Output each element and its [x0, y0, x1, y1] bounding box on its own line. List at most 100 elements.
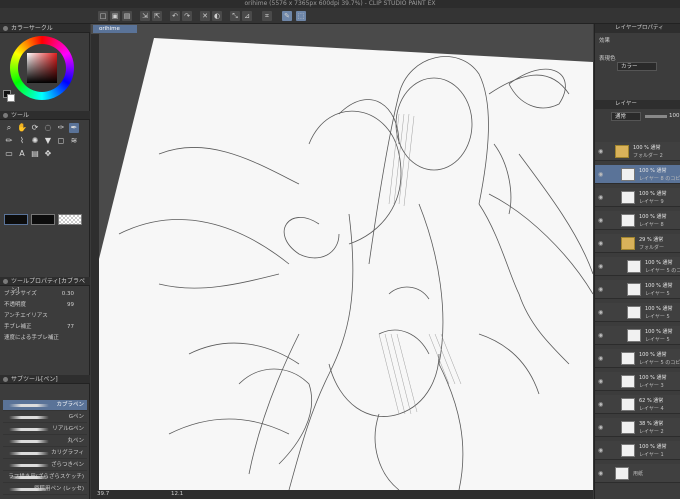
drawing-canvas[interactable] — [99, 34, 593, 490]
layer-row[interactable]: ◉ 100 % 通常 レイヤー 8 — [595, 211, 680, 230]
import-icon[interactable]: ⇲ — [140, 11, 150, 21]
pencil-icon[interactable]: ✏ — [4, 136, 14, 146]
color-panel-header[interactable]: カラーサークル — [0, 24, 90, 33]
opacity-value[interactable]: 100 — [669, 112, 680, 121]
expression-color-select[interactable]: カラー — [617, 62, 657, 71]
visibility-eye-icon[interactable]: ◉ — [598, 378, 603, 385]
export-icon[interactable]: ⇱ — [152, 11, 162, 21]
ruler-icon[interactable]: ⊿ — [242, 11, 252, 21]
zoom-icon[interactable]: ⌕ — [4, 123, 14, 133]
property-row[interactable]: 速度による手ブレ補正 — [4, 334, 86, 343]
layer-row[interactable]: ◉ 100 % 通常 レイヤー 1 — [595, 441, 680, 460]
drawing-color-main[interactable] — [4, 214, 28, 225]
property-value[interactable]: 99 — [67, 301, 74, 310]
transform-icon[interactable]: ⤡ — [230, 11, 240, 21]
property-row[interactable]: ブラシサイズ 0.30 — [4, 290, 86, 299]
subtool-item[interactable]: ざらつきペン — [3, 460, 87, 471]
redo-icon[interactable]: ↷ — [182, 11, 192, 21]
layer-row[interactable]: ◉ 100 % 通常レイヤー 5 のコピー — [595, 257, 680, 276]
layer-row[interactable]: ◉ 100 % 通常レイヤー 5 のコピー — [595, 349, 680, 368]
subtool-item[interactable]: 丸ペン — [3, 436, 87, 447]
brush-stroke-preview — [9, 416, 49, 419]
layer-row[interactable]: ◉ 100 % 通常 レイヤー 9 — [595, 188, 680, 207]
subtool-item[interactable]: カブラペン — [3, 400, 87, 411]
layer-row[interactable]: ◉ 62 % 通常 レイヤー 4 — [595, 395, 680, 414]
document-tab[interactable]: orihime — [93, 25, 137, 33]
property-row[interactable]: アンチエイリアス — [4, 312, 86, 321]
layer-row[interactable]: ◉ 100 % 通常 フォルダー 2 — [595, 142, 680, 161]
visibility-eye-icon[interactable]: ◉ — [598, 171, 603, 178]
layer-row[interactable]: ◉ 100 % 通常 レイヤー 5 — [595, 280, 680, 299]
new-icon[interactable]: □ — [98, 11, 108, 21]
snap-icon[interactable]: ⌗ — [262, 11, 272, 21]
subtool-item[interactable]: Gペン — [3, 412, 87, 423]
open-icon[interactable]: ▣ — [110, 11, 120, 21]
subtool-item[interactable]: リアルGペン — [3, 424, 87, 435]
visibility-eye-icon[interactable]: ◉ — [598, 148, 603, 155]
select-icon[interactable]: ⬚ — [296, 11, 306, 21]
figure-icon[interactable]: ▭ — [4, 149, 14, 159]
drawing-color-sub[interactable] — [31, 214, 55, 225]
layer-row[interactable]: ◉ 100 % 通常レイヤー 8 のコピー — [595, 165, 680, 184]
visibility-eye-icon[interactable]: ◉ — [598, 424, 603, 431]
gradient-icon[interactable]: ▤ — [30, 149, 40, 159]
pen-icon[interactable]: ✒ — [69, 123, 79, 133]
eyedropper-icon[interactable]: ✑ — [56, 123, 66, 133]
visibility-eye-icon[interactable]: ◉ — [598, 286, 603, 293]
opacity-slider[interactable] — [645, 115, 667, 118]
layer-row[interactable]: ◉ 用紙 — [595, 464, 680, 483]
visibility-eye-icon[interactable]: ◉ — [598, 355, 603, 362]
visibility-eye-icon[interactable]: ◉ — [598, 240, 603, 247]
zoom-value[interactable]: 39.7 — [97, 490, 109, 499]
layer-row[interactable]: ◉ 100 % 通常 レイヤー 3 — [595, 372, 680, 391]
property-value[interactable]: 77 — [67, 323, 74, 332]
effect-label: 効果 — [599, 38, 611, 44]
subtool-header[interactable]: サブツール[ペン] — [0, 375, 90, 384]
canvas-area[interactable]: orihime — [91, 24, 593, 490]
pen-icon[interactable]: ✎ — [282, 11, 292, 21]
rotate-icon[interactable]: ⟳ — [30, 123, 40, 133]
property-row[interactable]: 不透明度 99 — [4, 301, 86, 310]
blend-icon[interactable]: ≋ — [69, 136, 79, 146]
fill-icon[interactable]: ▼ — [43, 136, 53, 146]
angle-value[interactable]: 12.1 — [171, 490, 183, 499]
layer-panel-header[interactable]: レイヤー — [595, 100, 680, 109]
brush-icon[interactable]: ⌇ — [17, 136, 27, 146]
transparent-color[interactable] — [58, 214, 82, 225]
clear-icon[interactable]: ✕ — [200, 11, 210, 21]
sub-color-swatch[interactable] — [7, 94, 15, 102]
visibility-eye-icon[interactable]: ◉ — [598, 447, 603, 454]
visibility-eye-icon[interactable]: ◉ — [598, 309, 603, 316]
move-icon[interactable]: ✥ — [43, 149, 53, 159]
layer-row[interactable]: ◉ 38 % 通常 レイヤー 2 — [595, 418, 680, 437]
tool-property-header[interactable]: ツールプロパティ[カブラペン] — [0, 277, 90, 294]
layer-row[interactable]: ◉ 29 % 通常 フォルダー — [595, 234, 680, 253]
subtool-item[interactable]: 原稿用ペン (レッセ) — [3, 484, 87, 495]
visibility-eye-icon[interactable]: ◉ — [598, 217, 603, 224]
visibility-eye-icon[interactable]: ◉ — [598, 263, 603, 270]
text-icon[interactable]: A — [17, 149, 27, 159]
property-value[interactable]: 0.30 — [62, 290, 74, 299]
hand-icon[interactable]: ✋ — [17, 123, 27, 133]
color-wheel[interactable] — [10, 36, 74, 100]
title-bar: orihime (5576 x 7365px 600dpi 39.7%) - C… — [0, 0, 680, 8]
layer-row[interactable]: ◉ 100 % 通常 レイヤー 5 — [595, 303, 680, 322]
airbrush-icon[interactable]: ✺ — [30, 136, 40, 146]
save-icon[interactable]: ▤ — [122, 11, 132, 21]
undo-icon[interactable]: ↶ — [170, 11, 180, 21]
visibility-eye-icon[interactable]: ◉ — [598, 401, 603, 408]
eraser-icon[interactable]: ◻ — [56, 136, 66, 146]
blend-mode-select[interactable]: 通常 — [611, 112, 641, 121]
visibility-eye-icon[interactable]: ◉ — [598, 470, 603, 477]
layer-row[interactable]: ◉ 100 % 通常 レイヤー 5 — [595, 326, 680, 345]
saturation-value-square[interactable] — [27, 53, 57, 83]
lasso-icon[interactable]: ◌ — [43, 123, 53, 133]
property-row[interactable]: 手ブレ補正 77 — [4, 323, 86, 332]
fill-icon[interactable]: ◐ — [212, 11, 222, 21]
subtool-item[interactable]: ラフ描き用(ざらざらスケッチ) — [3, 472, 87, 483]
visibility-eye-icon[interactable]: ◉ — [598, 194, 603, 201]
tool-panel-header[interactable]: ツール — [0, 111, 90, 120]
subtool-item[interactable]: カリグラフィ — [3, 448, 87, 459]
layer-property-header[interactable]: レイヤープロパティ — [595, 24, 680, 33]
visibility-eye-icon[interactable]: ◉ — [598, 332, 603, 339]
